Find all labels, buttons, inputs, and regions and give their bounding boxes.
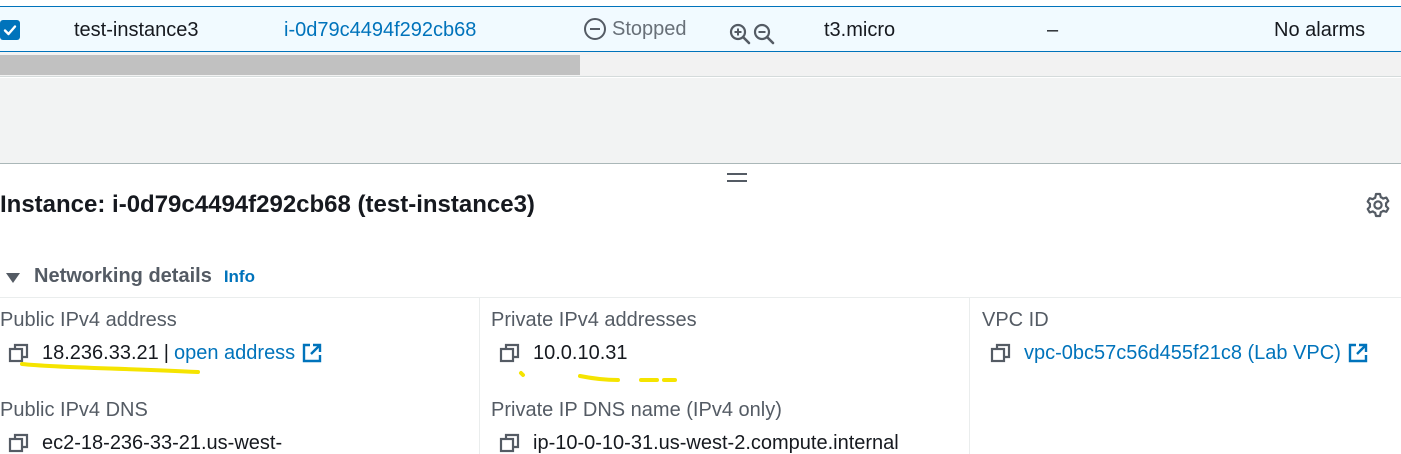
public-ipv4-label: Public IPv4 address [0, 309, 177, 331]
private-ipv4-value: 10.0.10.31 [533, 342, 628, 364]
copy-icon[interactable] [8, 342, 30, 364]
info-link[interactable]: Info [224, 267, 255, 287]
public-dns-field: ec2-18-236-33-21.us-west- [8, 432, 282, 454]
private-dns-field: ip-10-0-10-31.us-west-2.compute.internal [499, 432, 899, 454]
caret-down-icon[interactable] [6, 272, 20, 283]
copy-icon[interactable] [499, 432, 521, 454]
table-empty-area [0, 78, 1401, 164]
private-dns-label: Private IP DNS name (IPv4 only) [491, 399, 782, 421]
scrollbar-thumb[interactable] [0, 55, 580, 75]
private-ipv4-field: 10.0.10.31 [499, 342, 628, 364]
private-dns-value: ip-10-0-10-31.us-west-2.compute.internal [533, 432, 899, 454]
instance-details-title: Instance: i-0d79c4494f292cb68 (test-inst… [0, 191, 535, 218]
vpc-id-field: vpc-0bc57c56d455f21c8 (Lab VPC) [990, 342, 1369, 364]
public-ipv4-value: 18.236.33.21 [42, 342, 159, 364]
instance-state-label: Stopped [612, 18, 687, 40]
zoom-out-icon[interactable] [753, 23, 775, 45]
private-ipv4-label: Private IPv4 addresses [491, 309, 697, 331]
public-dns-label: Public IPv4 DNS [0, 399, 148, 421]
table-horizontal-scrollbar[interactable] [0, 52, 1401, 77]
vpc-id-link[interactable]: vpc-0bc57c56d455f21c8 (Lab VPC) [1024, 342, 1341, 364]
instance-name-cell: test-instance3 [74, 19, 199, 41]
minus-circle-icon [584, 18, 606, 40]
instance-type-cell: t3.micro [824, 19, 896, 41]
column-divider [479, 297, 480, 454]
instance-id-link[interactable]: i-0d79c4494f292cb68 [284, 19, 476, 41]
section-title: Networking details [34, 265, 212, 287]
alarm-status-cell: No alarms [1274, 19, 1366, 41]
external-link-icon[interactable] [301, 342, 323, 364]
row-checkbox[interactable] [0, 20, 20, 40]
public-dns-value: ec2-18-236-33-21.us-west- [42, 432, 283, 454]
public-ipv4-field: 18.236.33.21 | open address [8, 342, 323, 364]
open-address-link[interactable]: open address [174, 342, 295, 364]
zoom-in-icon[interactable] [729, 23, 751, 45]
drag-handle-icon[interactable] [727, 173, 747, 187]
copy-icon[interactable] [499, 342, 521, 364]
copy-icon[interactable] [8, 432, 30, 454]
instance-table-row[interactable]: test-instance3 i-0d79c4494f292cb68 Stopp… [0, 6, 1401, 52]
instance-state-cell: Stopped [584, 18, 687, 40]
section-divider [0, 297, 1401, 298]
gear-icon[interactable] [1365, 192, 1391, 218]
column-divider [969, 297, 970, 454]
state-zoom-controls [729, 23, 775, 45]
check-icon [3, 25, 17, 36]
copy-icon[interactable] [990, 342, 1012, 364]
vpc-id-label: VPC ID [982, 309, 1049, 331]
networking-details-header[interactable]: Networking details Info [6, 265, 255, 288]
value-separator: | [163, 342, 169, 364]
status-check-cell: – [1047, 19, 1059, 41]
external-link-icon[interactable] [1347, 342, 1369, 364]
